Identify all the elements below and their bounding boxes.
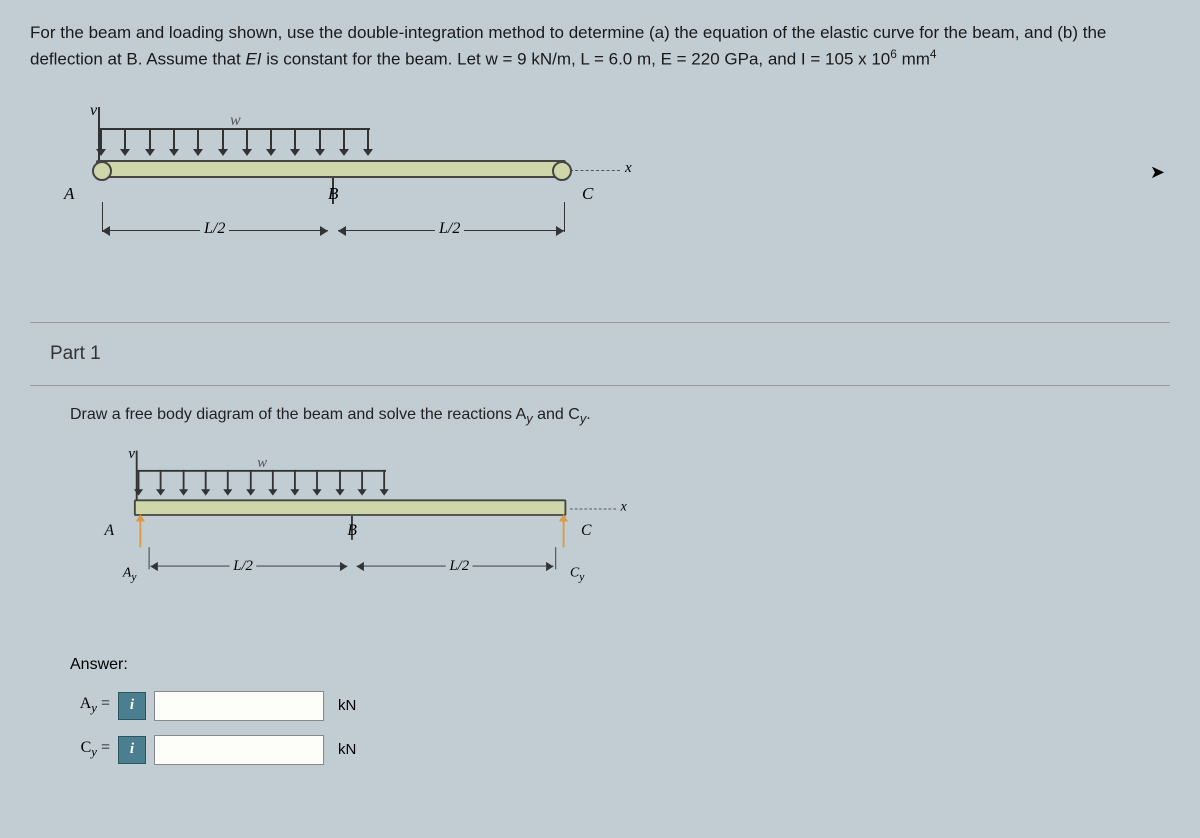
Cy-variable: Cy = [70,739,110,760]
distributed-load [100,128,370,158]
Ay-variable: Ay = [70,695,110,716]
answer-heading: Answer: [70,656,1170,674]
point-A-label: A [104,521,114,539]
part-1-instruction: Draw a free body diagram of the beam and… [70,406,1170,426]
distributed-load [138,470,386,498]
dim-tick [564,202,565,232]
Ay-input[interactable] [154,691,324,721]
beam [96,160,566,178]
x-axis-label: x [625,160,632,177]
x-axis-line [570,170,620,171]
point-A-label: A [64,184,74,204]
point-B-label: B [347,521,357,539]
divider [30,322,1170,323]
problem-statement: For the beam and loading shown, use the … [30,20,1170,72]
reaction-Ay-arrow [139,519,141,547]
answer-section: Answer: Ay = i kN Cy = i kN [70,656,1170,767]
dim-tick [555,547,556,569]
point-C-label: C [582,184,593,204]
reaction-Cy-label: Cy [570,565,584,583]
info-button-Ay[interactable]: i [118,692,146,720]
Cy-input[interactable] [154,735,324,765]
Ay-unit: kN [338,697,356,714]
dim-label-left: L/2 [230,558,257,575]
divider [30,385,1170,386]
x-axis-label: x [621,499,627,515]
answer-row-Ay: Ay = i kN [70,689,1170,723]
reaction-Ay-label: Ay [123,565,137,583]
support-C [552,161,572,181]
v-axis-label: v [128,446,135,463]
answer-row-Cy: Cy = i kN [70,733,1170,767]
point-C-label: C [581,521,591,539]
info-button-Cy[interactable]: i [118,736,146,764]
x-axis-line [570,508,616,509]
dim-label-right: L/2 [435,220,464,238]
point-B-label: B [328,184,338,204]
dim-tick [149,547,150,569]
beam-diagram-fbd: v w x A B C Ay Cy L/2 L/2 [110,446,625,612]
beam-diagram-main: v w x A B C L/2 L/2 [70,102,630,272]
dim-label-right: L/2 [446,558,473,575]
reaction-Cy-arrow [563,519,565,547]
part-1-title: Part 1 [50,343,1170,365]
cursor-icon: ➤ [1150,162,1165,183]
support-A [92,161,112,181]
v-axis-label: v [90,102,97,120]
dim-label-left: L/2 [200,220,229,238]
Cy-unit: kN [338,741,356,758]
beam [134,499,566,516]
